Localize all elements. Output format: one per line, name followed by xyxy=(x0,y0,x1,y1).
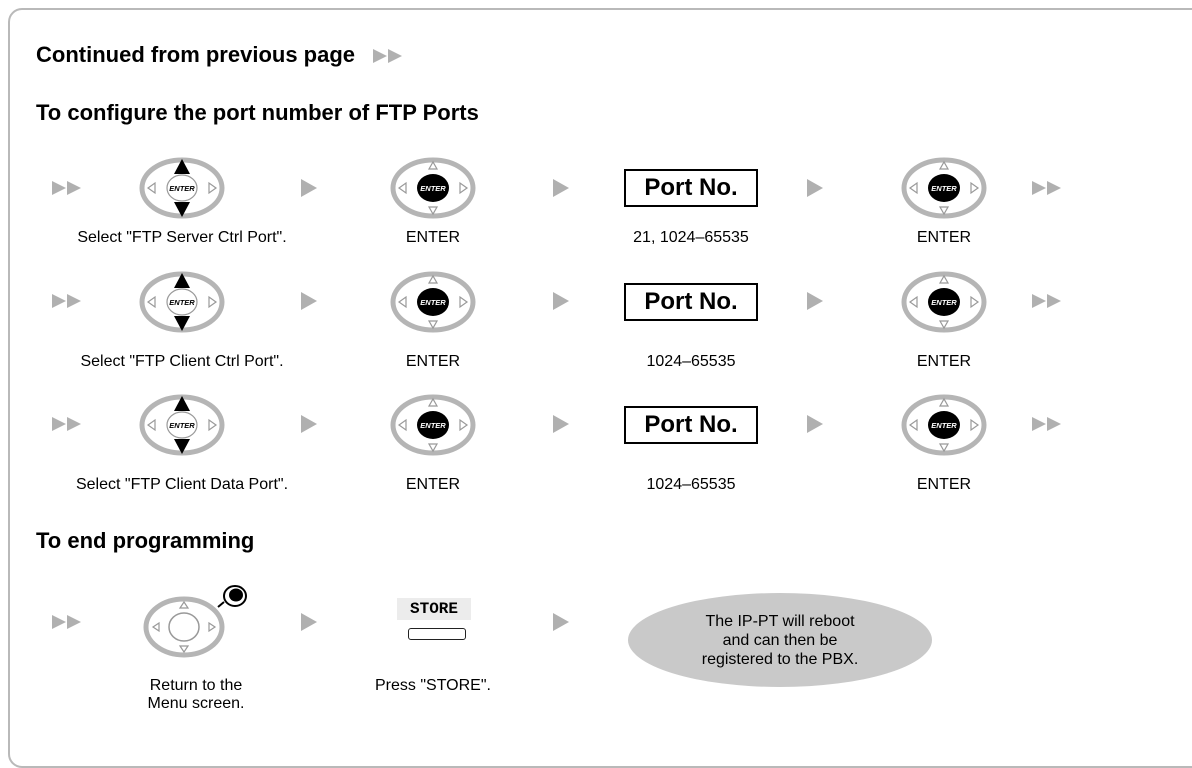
single-arrow-icon xyxy=(553,179,569,197)
double-arrow-icon xyxy=(52,417,82,431)
navigator-dial-icon xyxy=(132,393,232,457)
select-caption: Select "FTP Server Ctrl Port". xyxy=(77,229,287,246)
port-number-box: Port No. xyxy=(624,283,758,321)
reboot-note-text: The IP-PT will reboot and can then be re… xyxy=(701,612,859,668)
select-caption: Select "FTP Client Ctrl Port". xyxy=(80,353,284,370)
return-caption: Return to the Menu screen. xyxy=(147,677,245,712)
enter-caption: ENTER xyxy=(916,229,972,246)
single-arrow-icon xyxy=(553,292,569,310)
double-arrow-icon xyxy=(1032,417,1062,431)
enter-dial-icon xyxy=(894,270,994,334)
single-arrow-icon xyxy=(301,179,317,197)
port-range-caption: 1024–65535 xyxy=(646,353,736,370)
enter-dial-icon xyxy=(383,393,483,457)
enter-caption: ENTER xyxy=(405,229,461,246)
port-number-box: Port No. xyxy=(624,406,758,444)
port-range-caption: 21, 1024–65535 xyxy=(633,229,749,246)
port-number-box: Port No. xyxy=(624,169,758,207)
press-indicator-icon xyxy=(217,585,247,608)
continued-heading: Continued from previous page xyxy=(36,42,403,68)
single-arrow-icon xyxy=(301,292,317,310)
enter-dial-icon xyxy=(894,156,994,220)
single-arrow-icon xyxy=(301,613,317,631)
single-arrow-icon xyxy=(807,179,823,197)
store-caption: Press "STORE". xyxy=(375,677,491,694)
enter-dial-icon xyxy=(383,270,483,334)
double-arrow-icon xyxy=(1032,294,1062,308)
reboot-note-bubble: The IP-PT will reboot and can then be re… xyxy=(628,593,932,687)
continued-label: Continued from previous page xyxy=(36,42,356,67)
configure-heading: To configure the port number of FTP Port… xyxy=(36,100,479,125)
single-arrow-icon xyxy=(301,415,317,433)
port-range-caption: 1024–65535 xyxy=(646,476,736,493)
double-arrow-icon xyxy=(373,49,403,63)
enter-caption: ENTER xyxy=(405,476,461,493)
enter-caption: ENTER xyxy=(405,353,461,370)
double-arrow-icon xyxy=(52,294,82,308)
store-key-icon xyxy=(408,628,466,640)
enter-dial-icon xyxy=(894,393,994,457)
single-arrow-icon xyxy=(807,415,823,433)
double-arrow-icon xyxy=(1032,181,1062,195)
single-arrow-icon xyxy=(807,292,823,310)
single-arrow-icon xyxy=(553,415,569,433)
double-arrow-icon xyxy=(52,615,82,629)
single-arrow-icon xyxy=(553,613,569,631)
enter-caption: ENTER xyxy=(916,353,972,370)
select-caption: Select "FTP Client Data Port". xyxy=(75,476,289,493)
navigator-dial-icon xyxy=(143,585,247,658)
end-heading: To end programming xyxy=(36,528,255,553)
double-arrow-icon xyxy=(52,181,82,195)
enter-dial-icon xyxy=(383,156,483,220)
navigator-dial-icon xyxy=(132,156,232,220)
navigator-dial-icon xyxy=(132,270,232,334)
store-key-label: STORE xyxy=(397,598,471,620)
enter-caption: ENTER xyxy=(916,476,972,493)
